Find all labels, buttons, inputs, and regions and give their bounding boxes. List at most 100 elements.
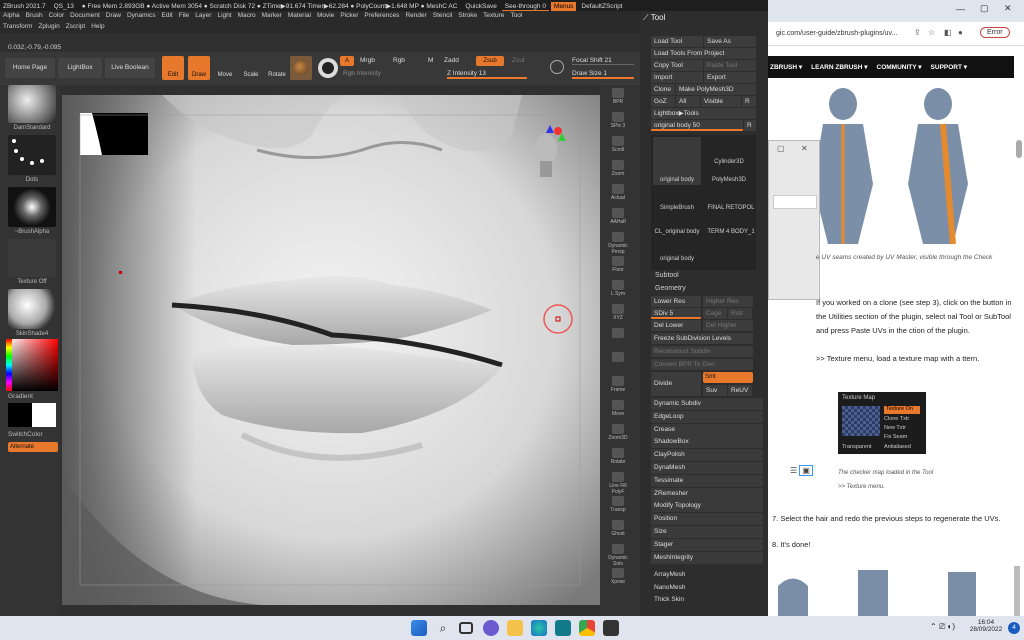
load-tools-from-project-button[interactable]: Load Tools From Project: [651, 48, 756, 59]
zbrush-icon[interactable]: [603, 620, 619, 636]
menu-item-brush[interactable]: Brush: [23, 11, 46, 20]
thumb-final-retopol[interactable]: FINAL RETOPOL: [705, 205, 757, 211]
new-txtr-button[interactable]: New Txtr: [884, 425, 906, 431]
site-nav-item[interactable]: LEARN ZBRUSH ▾: [811, 64, 867, 71]
site-nav-item[interactable]: COMMUNITY ▾: [877, 64, 922, 71]
menu-item-draw[interactable]: Draw: [103, 11, 124, 20]
site-nav-item[interactable]: SUPPORT ▾: [931, 64, 968, 71]
right-shelf-button[interactable]: Rotate: [603, 447, 633, 469]
draw-size-slider[interactable]: Draw Size 1: [572, 70, 634, 79]
menu-item-transform[interactable]: Transform: [0, 22, 35, 31]
menu-item-preferences[interactable]: Preferences: [361, 11, 402, 20]
menu-item-render[interactable]: Render: [402, 11, 429, 20]
a-toggle[interactable]: A: [340, 56, 354, 66]
all-button[interactable]: All: [676, 96, 700, 107]
right-shelf-button[interactable]: Actual: [603, 183, 633, 205]
tray-icons[interactable]: ⌃ ⎚ ◐): [930, 622, 955, 632]
menu-item-macro[interactable]: Macro: [235, 11, 259, 20]
clone-button[interactable]: Clone: [651, 84, 675, 95]
menu-item-document[interactable]: Document: [67, 11, 103, 20]
edge-icon[interactable]: [531, 620, 547, 636]
menu-item-tool[interactable]: Tool: [507, 11, 525, 20]
menu-item-color[interactable]: Color: [46, 11, 68, 20]
right-shelf-button[interactable]: Frame: [603, 375, 633, 397]
cage-button[interactable]: Cage: [703, 308, 727, 319]
right-shelf-button[interactable]: BPR: [603, 87, 633, 109]
m-button[interactable]: M: [428, 57, 433, 64]
geometry-item[interactable]: Dynamic Subdiv: [651, 398, 763, 410]
maxon-icon[interactable]: [555, 620, 571, 636]
thumb-cylinder3d[interactable]: Cylinder3D: [705, 137, 753, 165]
share-icon[interactable]: ⇪: [914, 28, 921, 37]
alpha-thumbnail[interactable]: [8, 187, 56, 227]
live-boolean-button[interactable]: Live Boolean: [105, 58, 155, 78]
right-shelf-button[interactable]: Floor: [603, 255, 633, 277]
menu-item-layer[interactable]: Layer: [192, 11, 214, 20]
dialog-maximize-icon[interactable]: ▢: [777, 144, 785, 153]
menu-item-picker[interactable]: Picker: [337, 11, 361, 20]
chat-icon[interactable]: [483, 620, 499, 636]
menu-item-zscript[interactable]: Zscript: [63, 22, 89, 31]
geometry-item[interactable]: MeshIntegrity: [651, 551, 763, 564]
canvas-viewport[interactable]: [62, 95, 600, 605]
load-tool-button[interactable]: Load Tool: [651, 36, 703, 47]
tab-icons[interactable]: ☰ ▣: [790, 465, 813, 476]
thumb-polymesh3d[interactable]: PolyMesh3D: [705, 177, 753, 183]
sidepanel-icon[interactable]: ◧: [944, 28, 952, 37]
geometry-item[interactable]: Modify Topology: [651, 500, 763, 513]
thumb-cl-original[interactable]: CL_original body: [653, 229, 701, 235]
rotate-button[interactable]: Rotate: [266, 56, 288, 80]
right-shelf-button[interactable]: Ghost: [603, 519, 633, 541]
tool-subpalette[interactable]: ArrayMesh: [651, 569, 763, 581]
zadd-button[interactable]: Zadd: [444, 57, 459, 64]
tool-subpalette[interactable]: NanoMesh: [651, 582, 763, 594]
menu-item-edit[interactable]: Edit: [159, 11, 176, 20]
menu-item-stroke[interactable]: Stroke: [455, 11, 480, 20]
transparent-button[interactable]: Transparent: [842, 444, 871, 450]
scale-button[interactable]: Scale: [240, 56, 262, 80]
paste-tool-button[interactable]: Paste Tool: [704, 60, 756, 71]
del-higher-button[interactable]: Del Higher: [703, 320, 753, 331]
navigation-head-gizmo[interactable]: [528, 125, 568, 179]
tool-subpalette[interactable]: Thick Skin: [651, 594, 763, 606]
lightbox-tools-button[interactable]: Lightbox▶Tools: [651, 108, 756, 119]
clock[interactable]: 16:04 28/09/2022: [966, 619, 1006, 633]
right-shelf-button[interactable]: AAHalf: [603, 207, 633, 229]
reconstruct-subdiv-button[interactable]: Reconstruct Subdiv: [651, 346, 753, 357]
geometry-item[interactable]: Position: [651, 513, 763, 526]
export-button[interactable]: Export: [704, 72, 756, 83]
antialiased-button[interactable]: Antialiased: [884, 444, 911, 450]
dialog-input[interactable]: [773, 195, 817, 209]
right-shelf-button[interactable]: Transp: [603, 495, 633, 517]
right-shelf-button[interactable]: XYZ: [603, 303, 633, 325]
right-shelf-button[interactable]: L.Sym: [603, 279, 633, 301]
draw-button[interactable]: Draw: [188, 56, 210, 80]
lower-res-button[interactable]: Lower Res: [651, 296, 701, 307]
right-shelf-button[interactable]: Zoom: [603, 159, 633, 181]
menu-item-material[interactable]: Material: [285, 11, 314, 20]
z-intensity-slider[interactable]: Z Intensity 13: [447, 70, 527, 79]
del-lower-button[interactable]: Del Lower: [651, 320, 701, 331]
geometry-header[interactable]: Geometry: [655, 285, 686, 292]
maximize-icon[interactable]: ▢: [980, 3, 989, 14]
close-icon[interactable]: ✕: [1004, 3, 1012, 14]
right-shelf-button[interactable]: Move: [603, 399, 633, 421]
right-shelf-button[interactable]: [603, 327, 633, 349]
switchcolor-button[interactable]: SwitchColor: [8, 431, 43, 438]
file-explorer-icon[interactable]: [507, 620, 523, 636]
current-tool-slider[interactable]: original body 50: [651, 120, 743, 131]
smt-toggle[interactable]: Smt: [703, 372, 753, 383]
mrgb-button[interactable]: Mrgb: [360, 57, 375, 64]
zcut-button[interactable]: Zcut: [512, 57, 525, 64]
geometry-item[interactable]: ZRemesher: [651, 487, 763, 500]
menu-item-movie[interactable]: Movie: [314, 11, 337, 20]
right-shelf-button[interactable]: Dynamic Persp: [603, 231, 633, 255]
menu-item-marker[interactable]: Marker: [259, 11, 285, 20]
sdiv-slider[interactable]: SDiv 5: [651, 308, 701, 319]
right-shelf-button[interactable]: Dynamic Solo: [603, 543, 633, 567]
right-shelf-button[interactable]: SPix 3: [603, 111, 633, 133]
edit-button[interactable]: Edit: [162, 56, 184, 80]
rgb-button[interactable]: Rgb: [393, 57, 405, 64]
chrome-icon[interactable]: [579, 620, 595, 636]
clone-txtr-button[interactable]: Clone Txtr: [884, 416, 909, 422]
